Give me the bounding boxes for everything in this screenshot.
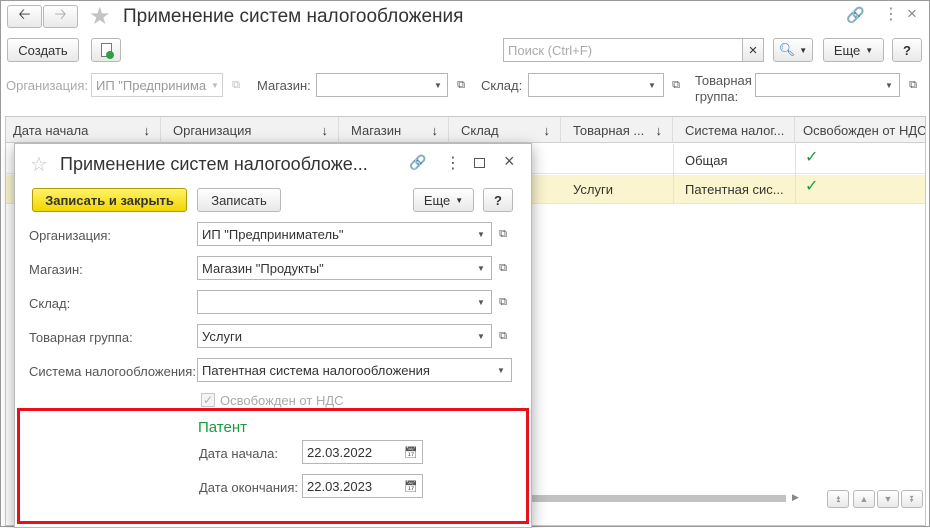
group-label: Товарная группа:: [29, 330, 133, 345]
filter-group-open-icon[interactable]: ⧉: [903, 74, 923, 96]
search-input[interactable]: Поиск (Ctrl+F): [503, 38, 743, 62]
column-header-organization[interactable]: Организация ↓: [161, 117, 339, 143]
shop-open-icon[interactable]: ⧉: [493, 257, 513, 279]
group-dropdown-icon[interactable]: ▼: [471, 325, 491, 347]
back-button[interactable]: 🡠: [7, 5, 42, 28]
help-button[interactable]: ?: [892, 38, 922, 62]
tax-system-field[interactable]: Патентная система налогообложения: [197, 358, 512, 382]
page-title: Применение систем налогообложения: [123, 6, 464, 27]
warehouse-field[interactable]: [197, 290, 492, 314]
create-button[interactable]: Создать: [7, 38, 79, 62]
column-header-product-group[interactable]: Товарная ... ↓: [561, 117, 673, 143]
tax-system-dropdown-icon[interactable]: ▼: [491, 359, 511, 381]
copy-button[interactable]: [91, 38, 121, 62]
org-dropdown-icon[interactable]: ▼: [471, 223, 491, 245]
dialog-close-icon[interactable]: ×: [504, 151, 515, 172]
main-window: 🡠 🡢 ★ Применение систем налогообложения …: [0, 0, 930, 528]
row1-tax-system: Общая: [685, 153, 728, 168]
filter-warehouse-open-icon[interactable]: ⧉: [666, 74, 686, 96]
row2-vat-check-icon: ✓: [805, 178, 819, 195]
filter-warehouse-dropdown-icon[interactable]: ▼: [642, 74, 662, 96]
save-close-button[interactable]: Записать и закрыть: [32, 188, 187, 212]
column-divider: [795, 144, 796, 204]
warehouse-dropdown-icon[interactable]: ▼: [471, 291, 491, 313]
nav-first-button[interactable]: ⏫︎: [827, 490, 849, 508]
favorite-star-icon[interactable]: ★: [89, 2, 111, 31]
search-clear-button[interactable]: ×: [742, 38, 764, 62]
dialog-help-button[interactable]: ?: [483, 188, 513, 212]
vat-exempt-checkbox[interactable]: ✓: [201, 393, 215, 407]
horizontal-scrollbar-thumb[interactable]: [531, 495, 786, 502]
search-button[interactable]: 🔍︎ ▼: [773, 38, 813, 62]
column-header-shop[interactable]: Магазин ↓: [339, 117, 449, 143]
column-header-tax-system[interactable]: Система налог...: [673, 117, 795, 143]
search-icon: 🔍︎: [778, 42, 796, 57]
column-divider: [673, 144, 674, 204]
column-header-vat-exempt[interactable]: Освобожден от НДС: [795, 117, 925, 143]
dialog-star-icon[interactable]: ☆: [30, 152, 48, 177]
forward-button[interactable]: 🡢: [43, 5, 78, 28]
nav-last-button[interactable]: ⏬︎: [901, 490, 923, 508]
dialog-more-button[interactable]: Еще ▼: [413, 188, 474, 212]
tax-system-label: Система налогообложения:: [29, 364, 196, 379]
nav-up-button[interactable]: ▲: [853, 490, 875, 508]
filter-org-field: ИП "Предпринима: [91, 73, 223, 97]
document-icon: [100, 43, 114, 59]
filter-warehouse-label: Склад:: [481, 78, 523, 93]
org-label: Организация:: [29, 228, 112, 243]
shop-dropdown-icon[interactable]: ▼: [471, 257, 491, 279]
dialog-maximize-icon[interactable]: [474, 158, 485, 168]
column-header-warehouse[interactable]: Склад ↓: [449, 117, 561, 143]
dialog-title: Применение систем налогообложе...: [60, 154, 368, 174]
shop-label: Магазин:: [29, 262, 83, 277]
filter-org-label: Организация:: [6, 78, 89, 93]
link-icon[interactable]: 🔗: [846, 6, 865, 24]
dialog-menu-icon[interactable]: ⋮: [445, 153, 461, 173]
group-open-icon[interactable]: ⧉: [493, 325, 513, 347]
close-icon[interactable]: ×: [907, 4, 917, 24]
warehouse-label: Склад:: [29, 296, 71, 311]
dialog-link-icon[interactable]: 🔗: [409, 154, 426, 171]
filter-shop-label: Магазин:: [257, 78, 311, 93]
more-button[interactable]: Еще ▼: [823, 38, 884, 62]
filter-org-dropdown-icon: ▼: [211, 80, 219, 90]
filter-shop-dropdown-icon[interactable]: ▼: [428, 74, 448, 96]
org-field[interactable]: ИП "Предприниматель": [197, 222, 492, 246]
group-field[interactable]: Услуги: [197, 324, 492, 348]
column-header-start-date[interactable]: Дата начала ↓: [1, 117, 161, 143]
save-button[interactable]: Записать: [197, 188, 281, 212]
filter-group-dropdown-icon[interactable]: ▼: [879, 74, 899, 96]
highlight-annotation-box: [17, 408, 529, 524]
filter-shop-open-icon[interactable]: ⧉: [451, 74, 471, 96]
filter-org-open-icon: ⧉: [232, 78, 240, 91]
row2-product-group: Услуги: [573, 182, 613, 197]
scroll-right-icon[interactable]: ▶: [792, 492, 799, 503]
warehouse-open-icon[interactable]: ⧉: [493, 291, 513, 313]
row2-tax-system: Патентная сис...: [685, 182, 784, 197]
vat-exempt-label: Освобожден от НДС: [220, 393, 344, 408]
filter-group-label: Товарная группа:: [695, 73, 752, 104]
nav-down-button[interactable]: ▼: [877, 490, 899, 508]
shop-field[interactable]: Магазин "Продукты": [197, 256, 492, 280]
row1-vat-check-icon: ✓: [805, 149, 819, 166]
org-open-icon[interactable]: ⧉: [493, 223, 513, 245]
menu-dots-icon[interactable]: ⋮: [883, 4, 899, 24]
